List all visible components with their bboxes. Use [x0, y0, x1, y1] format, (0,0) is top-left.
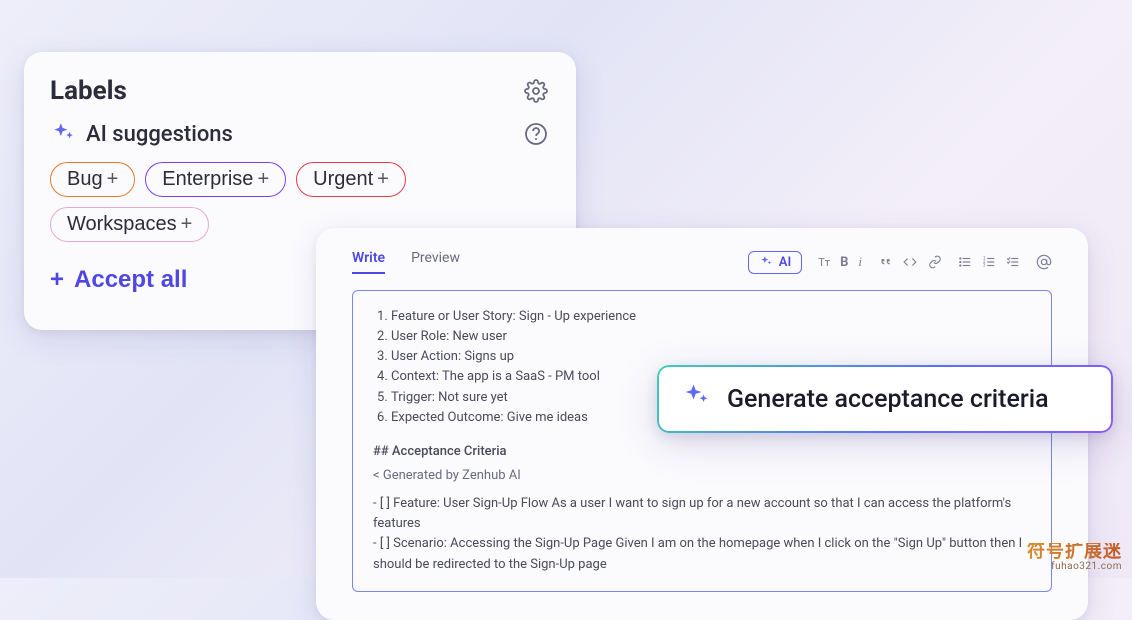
generated-by-line: < Generated by Zenhub AI [373, 466, 1031, 486]
editor-textarea[interactable]: Feature or User Story: Sign - Up experie… [352, 290, 1052, 592]
chip-enterprise[interactable]: Enterprise+ [145, 162, 286, 197]
list-ul-icon [958, 255, 972, 269]
chip-workspaces[interactable]: Workspaces+ [50, 207, 209, 242]
italic-button[interactable]: i [858, 254, 862, 270]
ai-toolbar-button[interactable]: AI [748, 251, 802, 274]
editor-tabs: Write Preview [352, 250, 460, 274]
svg-text:3: 3 [983, 263, 986, 268]
criteria-item: - [ ] Scenario: Accessing the Sign-Up Pa… [373, 534, 1031, 574]
code-button[interactable] [902, 255, 918, 269]
list-check-icon [1006, 255, 1020, 269]
ai-suggestions-heading: AI suggestions [86, 122, 233, 147]
sparkle-icon [50, 121, 76, 147]
bullet-list-button[interactable] [958, 255, 972, 269]
plus-icon: + [377, 168, 389, 191]
chip-urgent[interactable]: Urgent+ [296, 162, 406, 197]
generate-acceptance-criteria-button[interactable]: Generate acceptance criteria [657, 365, 1113, 433]
plus-icon: + [107, 168, 119, 191]
quote-icon [878, 255, 892, 269]
plus-icon: + [181, 213, 193, 236]
criteria-item: - [ ] Feature: User Sign-Up Flow As a us… [373, 494, 1031, 534]
plus-icon: + [50, 266, 64, 294]
watermark: 符号扩展迷 fuhao321.com [1027, 543, 1122, 572]
help-circle-icon [524, 122, 548, 146]
editor-toolbar: Write Preview AI Tт B i 123 [330, 246, 1074, 284]
generate-button-label: Generate acceptance criteria [727, 385, 1049, 414]
link-button[interactable] [928, 255, 942, 269]
list-item: Feature or User Story: Sign - Up experie… [391, 307, 1031, 327]
quote-button[interactable] [878, 255, 892, 269]
settings-button[interactable] [522, 77, 550, 105]
checklist-button[interactable] [1006, 255, 1020, 269]
accept-all-button[interactable]: + Accept all [50, 264, 187, 296]
help-button[interactable] [522, 120, 550, 148]
heading-button[interactable]: Tт [818, 256, 830, 269]
plus-icon: + [257, 168, 269, 191]
sparkle-icon [759, 255, 773, 269]
criteria-header: ## Acceptance Criteria [373, 442, 1031, 462]
link-icon [928, 255, 942, 269]
sparkle-icon [681, 382, 711, 416]
bold-button[interactable]: B [840, 255, 848, 270]
accept-all-label: Accept all [74, 266, 187, 294]
labels-title: Labels [50, 76, 127, 106]
list-ol-icon: 123 [982, 255, 996, 269]
list-item: User Role: New user [391, 327, 1031, 347]
tab-write[interactable]: Write [352, 250, 385, 274]
code-icon [902, 255, 918, 269]
numbered-list-button[interactable]: 123 [982, 255, 996, 269]
gear-icon [524, 79, 548, 103]
chip-bug[interactable]: Bug+ [50, 162, 135, 197]
tab-preview[interactable]: Preview [411, 250, 460, 274]
mention-button[interactable] [1036, 254, 1052, 270]
at-icon [1036, 254, 1052, 270]
